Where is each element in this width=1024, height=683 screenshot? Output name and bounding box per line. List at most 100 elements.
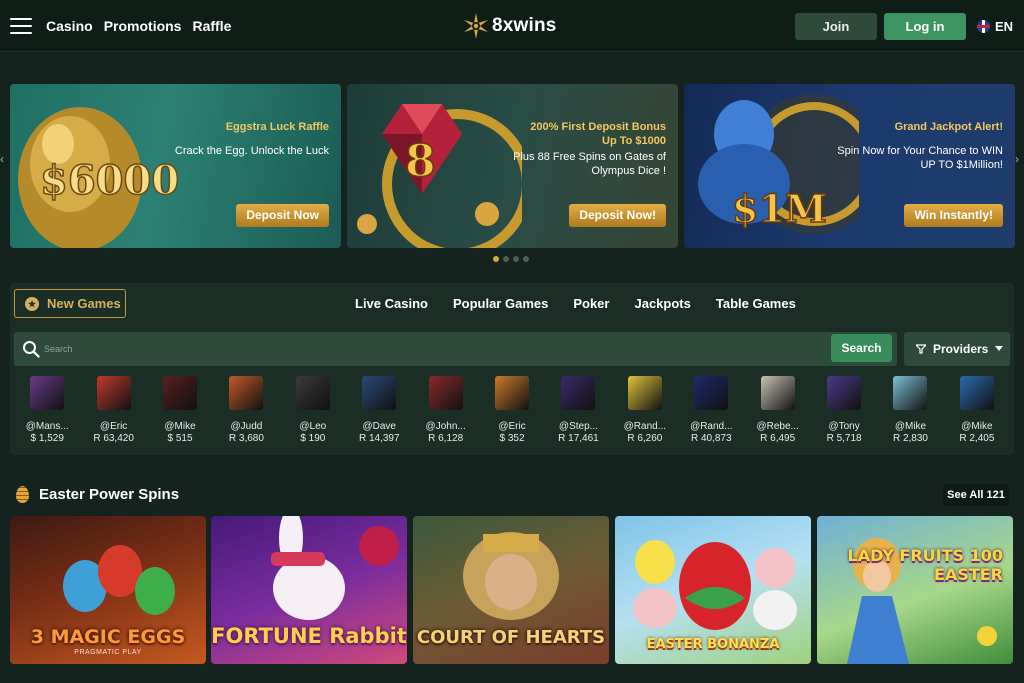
- tile-provider: PRAGMATIC PLAY: [74, 649, 142, 656]
- carousel-next-icon[interactable]: ›: [1015, 152, 1019, 166]
- game-tile-3-magic-eggs[interactable]: 3 MAGIC EGGS PRAGMATIC PLAY: [10, 516, 206, 664]
- banner-art-text: 8: [405, 136, 436, 187]
- login-button[interactable]: Log in: [884, 13, 966, 40]
- winner-amount: $ 515: [167, 433, 193, 444]
- game-thumbnail[interactable]: [694, 376, 729, 410]
- winner-name: @Rand...: [690, 421, 733, 432]
- winner-item[interactable]: @John... R 6,128: [412, 376, 478, 445]
- see-all-button[interactable]: See All 121: [943, 484, 1009, 506]
- deposit-now-button[interactable]: Deposit Now: [236, 204, 329, 227]
- game-thumbnail[interactable]: [495, 376, 530, 410]
- winner-name: @John...: [425, 421, 466, 432]
- search-input[interactable]: [44, 340, 804, 358]
- winner-item[interactable]: @Mike $ 515: [147, 376, 213, 445]
- winner-item[interactable]: @Eric $ 352: [479, 376, 545, 445]
- nav-raffle[interactable]: Raffle: [192, 18, 231, 34]
- winner-item[interactable]: @Mike R 2,405: [944, 376, 1010, 445]
- new-games-tab[interactable]: ★ New Games: [14, 289, 126, 318]
- winner-item[interactable]: @Mike R 2,830: [877, 376, 943, 445]
- golden-egg-icon: $6000: [18, 107, 180, 248]
- logo-star-icon: [464, 13, 488, 39]
- winner-amount: R 2,830: [892, 433, 928, 444]
- search-button[interactable]: Search: [831, 334, 892, 362]
- tab-table-games[interactable]: Table Games: [716, 296, 796, 311]
- promo-banner-raffle[interactable]: $6000 Eggstra Luck Raffle Crack the Egg.…: [10, 84, 341, 248]
- game-thumbnail[interactable]: [295, 376, 330, 410]
- winner-amount: R 14,397: [358, 433, 400, 444]
- tab-jackpots[interactable]: Jackpots: [634, 296, 690, 311]
- winner-item[interactable]: @Step... R 17,461: [545, 376, 611, 445]
- language-selector[interactable]: EN: [977, 19, 1013, 34]
- game-thumbnail[interactable]: [627, 376, 662, 410]
- carousel-prev-icon[interactable]: ‹: [0, 152, 4, 166]
- nav-promotions[interactable]: Promotions: [104, 18, 182, 34]
- banner-subtitle: Grand Jackpot Alert!: [894, 121, 1003, 133]
- tab-live-casino[interactable]: Live Casino: [355, 296, 428, 311]
- winner-item[interactable]: @Rand... R 40,873: [678, 376, 744, 445]
- game-thumbnail[interactable]: [362, 376, 397, 410]
- winner-name: @Eric: [498, 421, 526, 432]
- game-thumbnail[interactable]: [428, 376, 463, 410]
- main-nav: Casino Promotions Raffle: [46, 18, 231, 34]
- win-instantly-button[interactable]: Win Instantly!: [904, 204, 1003, 227]
- game-tile-fortune-rabbit[interactable]: FORTUNE Rabbit: [211, 516, 407, 664]
- winner-item[interactable]: @Rebe... R 6,495: [744, 376, 810, 445]
- winner-amount: R 3,680: [228, 433, 264, 444]
- carousel-dot[interactable]: [503, 256, 509, 262]
- game-tile-easter-bonanza[interactable]: EASTER BONANZA: [615, 516, 811, 664]
- tab-poker[interactable]: Poker: [573, 296, 609, 311]
- winner-item[interactable]: @Tony R 5,718: [811, 376, 877, 445]
- banner-art-text: $6000: [40, 157, 179, 204]
- winner-name: @Rebe...: [756, 421, 799, 432]
- promo-banner-first-deposit[interactable]: 8 200% First Deposit Bonus Up To $1000 P…: [347, 84, 678, 248]
- game-thumbnail[interactable]: [561, 376, 596, 410]
- language-label: EN: [995, 19, 1014, 34]
- banner-subtitle: 200% First Deposit Bonus Up To $1000: [530, 121, 666, 147]
- game-tile-lady-fruits[interactable]: LADY FRUITS 100 EASTER: [817, 516, 1013, 664]
- winner-name: @Dave: [362, 421, 396, 432]
- game-thumbnail[interactable]: [893, 376, 928, 410]
- banner-description: Spin Now for Your Chance to WIN UP TO $1…: [837, 145, 1003, 171]
- winner-amount: R 6,260: [627, 433, 663, 444]
- winner-item[interactable]: @Judd R 3,680: [213, 376, 279, 445]
- tab-popular-games[interactable]: Popular Games: [453, 296, 548, 311]
- menu-icon[interactable]: [10, 18, 32, 34]
- game-tile-court-of-hearts[interactable]: COURT OF HEARTS: [413, 516, 609, 664]
- winner-name: @Mans...: [25, 421, 69, 432]
- winner-item[interactable]: @Mans... $ 1,529: [14, 376, 80, 445]
- providers-dropdown[interactable]: Providers: [904, 332, 1010, 366]
- carousel-dot[interactable]: [493, 256, 499, 262]
- winner-amount: $ 352: [499, 433, 525, 444]
- game-thumbnail[interactable]: [827, 376, 862, 410]
- winner-name: @Eric: [99, 421, 128, 432]
- winner-amount: $ 190: [300, 433, 326, 444]
- winner-amount: R 2,405: [959, 433, 995, 444]
- game-thumbnail[interactable]: [163, 376, 198, 410]
- nav-casino[interactable]: Casino: [46, 18, 93, 34]
- deposit-now-button[interactable]: Deposit Now!: [569, 204, 666, 227]
- game-thumbnail[interactable]: [959, 376, 994, 410]
- easter-egg-icon: [16, 486, 29, 503]
- winner-item[interactable]: @Leo $ 190: [280, 376, 346, 445]
- banner-subtitle: Eggstra Luck Raffle: [225, 121, 329, 133]
- filter-icon: [916, 344, 926, 354]
- winner-item[interactable]: @Rand... R 6,260: [612, 376, 678, 445]
- promo-banner-jackpot[interactable]: $1M Grand Jackpot Alert! Spin Now for Yo…: [684, 84, 1015, 248]
- carousel-dot[interactable]: [513, 256, 519, 262]
- tile-title: EASTER BONANZA: [646, 637, 780, 652]
- banner-description: Crack the Egg. Unlock the Luck: [174, 145, 329, 157]
- carousel-dot[interactable]: [523, 256, 529, 262]
- game-thumbnail[interactable]: [30, 376, 65, 410]
- game-thumbnail[interactable]: [229, 376, 264, 410]
- winner-item[interactable]: @Dave R 14,397: [346, 376, 412, 445]
- game-thumbnail[interactable]: [96, 376, 131, 410]
- join-button[interactable]: Join: [795, 13, 877, 40]
- winner-amount: R 17,461: [558, 433, 599, 444]
- winner-name: @Tony: [828, 421, 860, 432]
- game-thumbnail[interactable]: [760, 376, 795, 410]
- winner-item[interactable]: @Eric R 63,420: [80, 376, 146, 445]
- winner-name: @Step...: [558, 421, 598, 432]
- winner-name: @Mike: [164, 421, 196, 432]
- site-logo[interactable]: 8xwins: [462, 12, 557, 40]
- tile-title: COURT OF HEARTS: [416, 627, 606, 648]
